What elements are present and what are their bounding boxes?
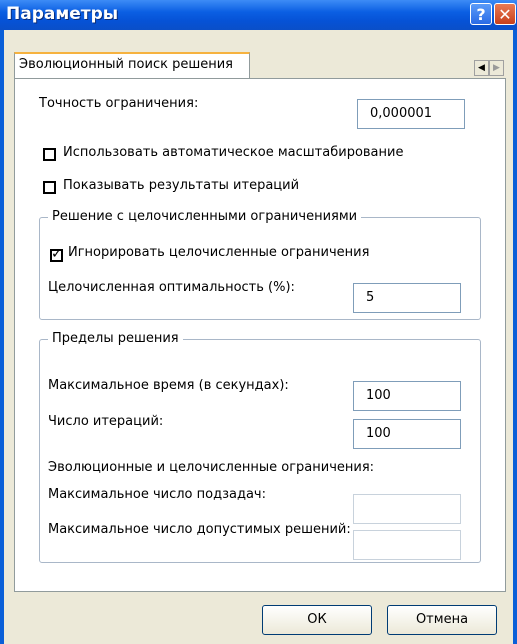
show-iterations-checkbox[interactable]: [43, 181, 56, 194]
max-subproblems-label: Максимальное число подзадач:: [48, 487, 266, 502]
max-feasible-label: Максимальное число допустимых решений:: [48, 522, 351, 537]
limits-group-legend: Пределы решения: [48, 331, 183, 346]
close-button[interactable]: ✕: [494, 3, 516, 25]
show-iterations-label[interactable]: Показывать результаты итераций: [63, 178, 299, 193]
tab-scroll-left-icon[interactable]: ◀: [474, 60, 489, 76]
dialog-client: Эволюционный поиск решения ◀ ▶ Точность …: [4, 30, 513, 644]
ignore-integer-checkbox[interactable]: [50, 246, 63, 262]
ok-button[interactable]: ОК: [262, 605, 372, 635]
solving-limits-group: Пределы решения Максимальное время (в се…: [39, 331, 481, 563]
tab-scroll: ◀ ▶: [474, 60, 504, 76]
ignore-integer-label[interactable]: Игнорировать целочисленные ограничения: [68, 245, 369, 260]
title-bar[interactable]: Параметры ? ✕: [0, 0, 517, 30]
integer-optimality-input[interactable]: 5: [353, 283, 461, 313]
evo-constraints-heading: Эволюционные и целочисленные ограничения…: [48, 460, 375, 475]
cancel-button[interactable]: Отмена: [387, 605, 497, 635]
iterations-input[interactable]: 100: [353, 419, 461, 449]
dialog-window: Параметры ? ✕ Эволюционный поиск решения…: [0, 0, 517, 644]
precision-input[interactable]: 0,000001: [357, 99, 465, 129]
window-title: Параметры: [6, 4, 119, 24]
tab-evolutionary-search[interactable]: Эволюционный поиск решения: [14, 52, 250, 78]
iterations-label: Число итераций:: [48, 414, 164, 429]
integer-optimality-label: Целочисленная оптимальность (%):: [48, 280, 295, 295]
tab-panel: Точность ограничения: 0,000001 Использов…: [14, 78, 506, 592]
max-feasible-input[interactable]: [353, 530, 461, 560]
auto-scale-checkbox[interactable]: [43, 148, 56, 161]
max-time-input[interactable]: 100: [353, 381, 461, 411]
max-time-label: Максимальное время (в секундах):: [48, 378, 289, 393]
tab-scroll-right-icon[interactable]: ▶: [489, 60, 504, 76]
auto-scale-label[interactable]: Использовать автоматическое масштабирова…: [63, 145, 403, 160]
integer-group-legend: Решение с целочисленными ограничениями: [48, 209, 362, 224]
max-subproblems-input[interactable]: [353, 494, 461, 524]
help-button[interactable]: ?: [470, 3, 492, 25]
integer-constraints-group: Решение с целочисленными ограничениями И…: [39, 209, 481, 320]
precision-label: Точность ограничения:: [39, 96, 199, 111]
